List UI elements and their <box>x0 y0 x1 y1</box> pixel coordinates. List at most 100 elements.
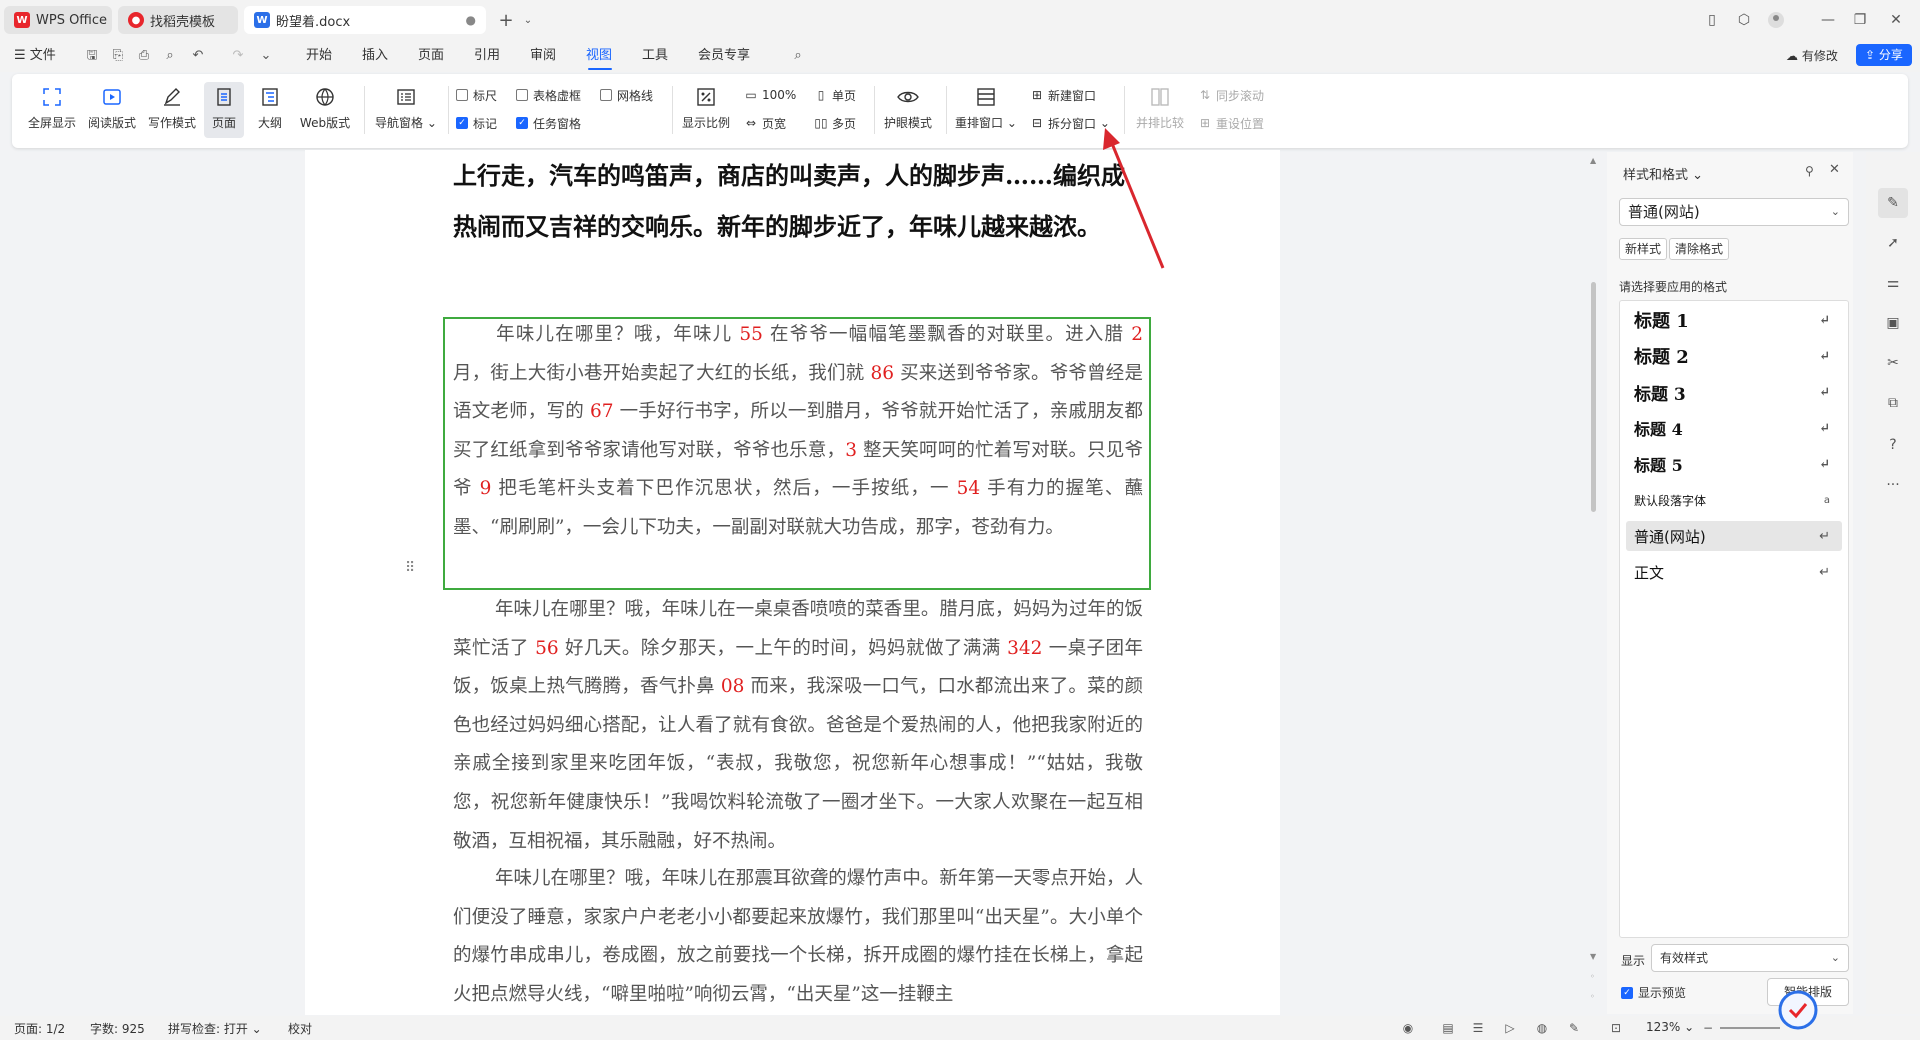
more-chevron-icon[interactable]: ⌄ <box>258 48 274 64</box>
split-window-button[interactable]: ⊟ 拆分窗口 ⌄ <box>1030 114 1110 132</box>
style-normal-web[interactable]: 普通(网站) ↵ <box>1626 521 1842 551</box>
undo-icon[interactable]: ↶ <box>190 48 206 64</box>
tools-icon[interactable]: ✂ <box>1882 352 1904 374</box>
more-icon[interactable]: ··· <box>1882 474 1904 496</box>
close-icon[interactable]: ✕ <box>1884 8 1908 32</box>
menu-tools[interactable]: 工具 <box>642 46 668 66</box>
multi-page-button[interactable]: ▯▯ 多页 <box>814 114 856 132</box>
tab-wps-office[interactable]: W WPS Office <box>4 6 112 34</box>
drag-handle-icon[interactable]: ⠿ <box>405 560 415 576</box>
select-cursor-icon[interactable]: ➚ <box>1882 232 1904 254</box>
web-view-icon[interactable]: ◍ <box>1534 1020 1550 1036</box>
pin-icon[interactable]: ⚲ <box>1805 164 1814 178</box>
menu-insert[interactable]: 插入 <box>362 46 388 66</box>
eye-care-button[interactable]: 护眼模式 <box>882 82 934 138</box>
page-view-icon[interactable]: ▤ <box>1440 1020 1456 1036</box>
spell-check[interactable]: 拼写检查: 打开 ⌄ <box>168 1020 262 1037</box>
menu-review[interactable]: 审阅 <box>530 46 556 66</box>
has-changes[interactable]: ☁ 有修改 <box>1786 46 1838 66</box>
adjust-sliders-icon[interactable]: ⚌ <box>1882 272 1904 294</box>
cube-icon[interactable]: ⬡ <box>1732 8 1756 32</box>
menu-references[interactable]: 引用 <box>474 46 500 66</box>
style-heading-1[interactable]: 标题 1 ↵ <box>1626 305 1842 335</box>
word-count[interactable]: 字数: 925 <box>90 1020 145 1037</box>
style-heading-3[interactable]: 标题 3 ↵ <box>1626 377 1842 407</box>
web-layout-button[interactable]: Web版式 <box>296 82 354 138</box>
outline-view-icon[interactable]: ☰ <box>1470 1020 1486 1036</box>
document-scrollbar[interactable]: ▲ ▼ ◦ ◦ <box>1588 152 1600 1012</box>
print-icon[interactable]: ⎙ <box>136 48 152 64</box>
menu-page[interactable]: 页面 <box>418 46 444 66</box>
scrollbar-thumb[interactable] <box>1591 282 1596 512</box>
share-button[interactable]: ⇪ 分享 <box>1856 44 1912 66</box>
show-preview-checkbox[interactable]: ✓ 显示预览 <box>1621 984 1686 1001</box>
proofread[interactable]: 校对 <box>288 1020 312 1037</box>
task-pane-checkbox[interactable]: ✓ 任务窗格 <box>516 114 581 132</box>
zoom-100-button[interactable]: ▭ 100% <box>744 86 796 104</box>
page-count[interactable]: 页面: 1/2 <box>14 1020 65 1037</box>
avatar[interactable] <box>1764 8 1788 32</box>
file-menu[interactable]: ☰ 文件 <box>14 46 56 66</box>
reading-mode-button[interactable]: 阅读版式 <box>86 82 138 138</box>
scroll-down-icon[interactable]: ▼ <box>1590 952 1596 961</box>
new-window-button[interactable]: ⊞ 新建窗口 <box>1030 86 1096 104</box>
image-edit-icon[interactable]: ▣ <box>1882 312 1904 334</box>
writing-mode-button[interactable]: 写作模式 <box>146 82 198 138</box>
tab-document[interactable]: W 盼望着.docx ● <box>244 6 486 34</box>
help-icon[interactable]: ? <box>1882 434 1904 456</box>
clear-format-button[interactable]: 清除格式 <box>1669 238 1730 260</box>
marks-checkbox[interactable]: ✓ 标记 <box>456 114 497 132</box>
print-preview-icon[interactable]: ⌕ <box>162 48 178 64</box>
review-icon[interactable]: ⧉ <box>1882 392 1904 414</box>
style-body[interactable]: 正文 ↵ <box>1626 557 1842 587</box>
single-page-button[interactable]: ▯ 单页 <box>814 86 856 104</box>
nav-pane-button[interactable]: 导航窗格 ⌄ <box>374 82 438 138</box>
style-default-paragraph-font[interactable]: 默认段落字体 a <box>1626 485 1842 515</box>
fit-page-icon[interactable]: ⊡ <box>1608 1020 1624 1036</box>
restore-icon[interactable]: ❐ <box>1848 8 1872 32</box>
fullscreen-button[interactable]: 全屏显示 <box>26 82 78 138</box>
new-tab-icon[interactable]: + <box>494 8 518 32</box>
menu-view[interactable]: 视图 <box>586 46 612 66</box>
current-style-select[interactable]: 普通(网站) ⌄ <box>1619 198 1849 226</box>
reading-view-icon[interactable]: ▷ <box>1502 1020 1518 1036</box>
new-style-button[interactable]: 新样式 <box>1619 238 1668 260</box>
redo-icon[interactable]: ↷ <box>230 48 246 64</box>
page-view-button[interactable]: 页面 <box>204 82 244 138</box>
layout-icon[interactable]: ▯ <box>1700 8 1724 32</box>
style-heading-5[interactable]: 标题 5 ↵ <box>1626 449 1842 479</box>
table-gridlines-checkbox[interactable]: 表格虚框 <box>516 86 581 104</box>
zoom-level[interactable]: 123% ⌄ <box>1646 1020 1694 1034</box>
next-page-icon[interactable]: ◦ <box>1590 992 1595 1001</box>
search-icon[interactable]: ⌕ <box>790 48 806 64</box>
page-width-button[interactable]: ⇔ 页宽 <box>744 114 786 132</box>
arrange-windows-button[interactable]: 重排窗口 ⌄ <box>954 82 1018 138</box>
reset-position-button[interactable]: ⊞ 重设位置 <box>1198 114 1264 132</box>
prev-page-icon[interactable]: ◦ <box>1590 972 1595 981</box>
tab-template[interactable]: ● 找稻壳模板 <box>118 6 238 34</box>
minimize-icon[interactable]: — <box>1816 8 1840 32</box>
menu-member[interactable]: 会员专享 <box>698 46 750 66</box>
zoom-button[interactable]: 显示比例 <box>680 82 732 138</box>
tab-list-chevron-icon[interactable]: ⌄ <box>516 8 540 32</box>
writing-view-icon[interactable]: ✎ <box>1566 1020 1582 1036</box>
style-heading-4[interactable]: 标题 4 ↵ <box>1626 413 1842 443</box>
ruler-checkbox[interactable]: 标尺 <box>456 86 497 104</box>
close-icon[interactable]: ✕ <box>1829 162 1840 177</box>
tab-unsaved-dot-icon[interactable]: ● <box>466 13 476 27</box>
menu-home[interactable]: 开始 <box>306 46 332 66</box>
style-brush-icon[interactable]: ✎ <box>1878 188 1908 218</box>
show-select[interactable]: 有效样式 ⌄ <box>1651 944 1849 972</box>
side-by-side-button[interactable]: 并排比较 <box>1132 82 1188 138</box>
sync-scroll-button[interactable]: ⇅ 同步滚动 <box>1198 86 1264 104</box>
save-icon[interactable]: 🖫 <box>84 48 100 64</box>
scroll-up-icon[interactable]: ▲ <box>1590 156 1596 165</box>
style-heading-2[interactable]: 标题 2 ↵ <box>1626 341 1842 371</box>
outline-button[interactable]: 大纲 <box>252 82 288 138</box>
panel-title[interactable]: 样式和格式 ⌄ <box>1623 164 1703 183</box>
export-icon[interactable]: ⎘ <box>110 48 126 64</box>
zoom-out-icon[interactable]: − <box>1700 1020 1716 1036</box>
eye-icon[interactable]: ◉ <box>1400 1020 1416 1036</box>
document-page[interactable]: 上行走，汽车的鸣笛声，商店的叫卖声，人的脚步声……编织成热闹而又吉祥的交响乐。新… <box>305 150 1280 1015</box>
gridlines-checkbox[interactable]: 网格线 <box>600 86 653 104</box>
